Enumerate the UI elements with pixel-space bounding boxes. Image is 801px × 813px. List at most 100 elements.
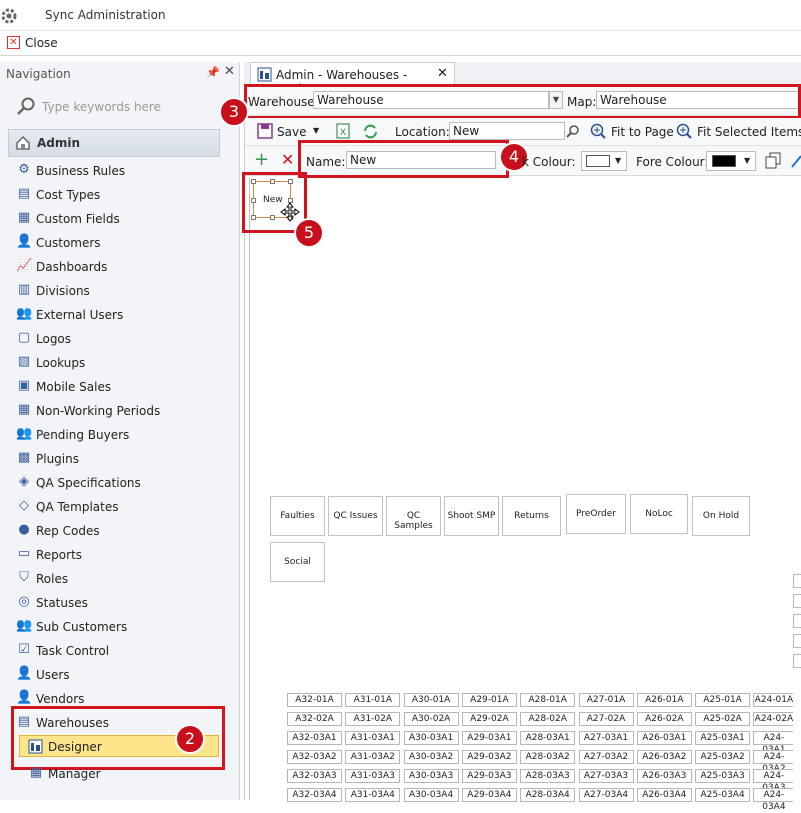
partial-location-box[interactable] [793, 594, 801, 608]
location-cell[interactable]: A29-03A1 [461, 731, 517, 745]
location-cell[interactable]: A24-01A [753, 693, 794, 707]
location-cell[interactable]: A31-01A [345, 693, 401, 707]
save-dropdown-icon[interactable]: ▼ [313, 126, 319, 135]
pencil-icon[interactable] [790, 152, 801, 169]
location-cell[interactable]: A32-03A1 [287, 731, 342, 745]
location-cell[interactable]: A31-03A2 [345, 750, 401, 764]
sidebar-item-non-working-periods[interactable]: ▦ Non-Working Periods [16, 400, 216, 422]
location-cell[interactable]: A28-03A1 [520, 731, 576, 745]
location-cell[interactable]: A26-03A1 [636, 731, 692, 745]
location-cell[interactable]: A29-03A2 [461, 750, 517, 764]
zone-box[interactable]: PreOrder [566, 494, 626, 534]
location-cell[interactable]: A26-02A [636, 712, 692, 726]
zone-box[interactable]: Shoot SMP [444, 496, 499, 536]
zone-box[interactable]: On Hold [692, 496, 750, 536]
copy-icon[interactable] [765, 152, 782, 169]
sidebar-item-logos[interactable]: ▢ Logos [16, 328, 216, 350]
fit-selected-items-button[interactable]: Fit Selected Items [697, 125, 801, 139]
zoom-fit-selected-icon[interactable] [676, 123, 692, 139]
location-cell[interactable]: A30-01A [403, 693, 459, 707]
add-icon[interactable]: + [254, 149, 269, 170]
zone-box[interactable]: Returns [502, 496, 561, 536]
zoom-fit-page-icon[interactable] [590, 123, 606, 139]
partial-location-box[interactable] [793, 654, 801, 668]
location-cell[interactable]: A27-03A2 [578, 750, 634, 764]
back-colour-picker[interactable]: ▼ [581, 151, 627, 171]
sidebar-item-statuses[interactable]: ◎ Statuses [16, 592, 216, 614]
sidebar-item-cost-types[interactable]: ▤ Cost Types [16, 184, 216, 206]
sidebar-item-pending-buyers[interactable]: 👥 Pending Buyers [16, 424, 216, 446]
sidebar-item-roles[interactable]: ⛉ Roles [16, 568, 216, 590]
sidebar-item-task-control[interactable]: ☑ Task Control [16, 640, 216, 662]
delete-icon[interactable]: ✕ [281, 150, 294, 169]
location-cell[interactable]: A28-03A3 [520, 769, 576, 783]
pin-icon[interactable]: 📌 [206, 66, 220, 79]
refresh-icon[interactable] [362, 123, 379, 140]
location-cell[interactable]: A27-03A1 [578, 731, 634, 745]
location-cell[interactable]: A31-02A [345, 712, 401, 726]
location-cell[interactable]: A28-03A2 [520, 750, 576, 764]
close-icon[interactable]: ✕ [7, 36, 20, 49]
zone-box[interactable]: NoLoc [630, 494, 688, 534]
location-cell[interactable]: A28-01A [520, 693, 576, 707]
location-cell[interactable]: A25-02A [695, 712, 751, 726]
location-cell[interactable]: A30-02A [403, 712, 459, 726]
sidebar-item-qa-specifications[interactable]: ◈ QA Specifications [16, 472, 216, 494]
search-box[interactable]: Type keywords here [6, 88, 234, 122]
fore-colour-picker[interactable]: ▼ [706, 151, 756, 171]
zone-box[interactable]: QC Samples [386, 496, 441, 536]
zone-box[interactable]: Faulties [270, 496, 325, 536]
sidebar-item-mobile-sales[interactable]: ▣ Mobile Sales [16, 376, 216, 398]
tab-close-icon[interactable]: ✕ [437, 66, 448, 81]
zone-box[interactable]: QC Issues [328, 496, 383, 536]
location-cell[interactable]: A29-01A [461, 693, 517, 707]
sidebar-item-manager[interactable]: ▦ Manager [28, 763, 228, 785]
save-button[interactable]: Save [277, 125, 306, 139]
sidebar-item-plugins[interactable]: ▩ Plugins [16, 448, 216, 470]
sidebar-item-users[interactable]: 👤 Users [16, 664, 216, 686]
close-button[interactable]: Close [25, 36, 58, 50]
sidebar-item-divisions[interactable]: ▥ Divisions [16, 280, 216, 302]
location-cell[interactable]: A29-03A3 [461, 769, 517, 783]
location-cell[interactable]: A26-03A2 [636, 750, 692, 764]
admin-group[interactable]: Admin [8, 129, 220, 157]
location-cell[interactable]: A26-03A3 [636, 769, 692, 783]
location-cell[interactable]: A32-03A2 [287, 750, 342, 764]
navigation-close-icon[interactable]: ✕ [224, 64, 235, 79]
location-cell[interactable]: A28-02A [520, 712, 576, 726]
location-cell[interactable]: A26-01A [636, 693, 692, 707]
location-cell[interactable]: A24-03A1 [753, 731, 794, 755]
partial-location-box[interactable] [793, 614, 801, 628]
location-cell[interactable]: A24-03A3 [753, 769, 794, 793]
sidebar-item-rep-codes[interactable]: ● Rep Codes [16, 520, 216, 542]
location-cell[interactable]: A30-03A1 [403, 731, 459, 745]
sidebar-item-customers[interactable]: 👤 Customers [16, 232, 216, 254]
location-cell[interactable]: A29-02A [461, 712, 517, 726]
sidebar-item-sub-customers[interactable]: 👥 Sub Customers [16, 616, 216, 638]
tab-admin-warehouses-designer[interactable]: Admin - Warehouses - Designer ✕ [250, 62, 455, 96]
location-cell[interactable]: A30-03A2 [403, 750, 459, 764]
sidebar-item-custom-fields[interactable]: ▦ Custom Fields [16, 208, 216, 230]
location-cell[interactable]: A25-03A1 [695, 731, 751, 745]
location-search-icon[interactable] [566, 124, 580, 138]
location-cell[interactable]: A27-02A [578, 712, 634, 726]
zone-box[interactable]: Social [270, 542, 325, 582]
excel-icon[interactable]: X [335, 123, 351, 139]
fit-to-page-button[interactable]: Fit to Page [611, 125, 674, 139]
location-cell[interactable]: A32-03A3 [287, 769, 342, 783]
sidebar-item-reports[interactable]: ▭ Reports [16, 544, 216, 566]
location-cell[interactable]: A25-03A3 [695, 769, 751, 783]
location-cell[interactable]: A27-01A [578, 693, 634, 707]
location-cell[interactable]: A32-01A [287, 693, 342, 707]
sidebar-item-lookups[interactable]: ▧ Lookups [16, 352, 216, 374]
location-cell[interactable]: A24-02A [753, 712, 794, 726]
location-cell[interactable]: A25-03A2 [695, 750, 751, 764]
location-cell[interactable]: A30-03A3 [403, 769, 459, 783]
sidebar-item-external-users[interactable]: 👥 External Users [16, 304, 216, 326]
sidebar-item-qa-templates[interactable]: ◇ QA Templates [16, 496, 216, 518]
location-cell[interactable]: A32-02A [287, 712, 342, 726]
search-input[interactable]: Type keywords here [42, 100, 161, 114]
save-icon[interactable] [257, 123, 273, 139]
location-cell[interactable]: A31-03A3 [345, 769, 401, 783]
partial-location-box[interactable] [793, 574, 801, 588]
